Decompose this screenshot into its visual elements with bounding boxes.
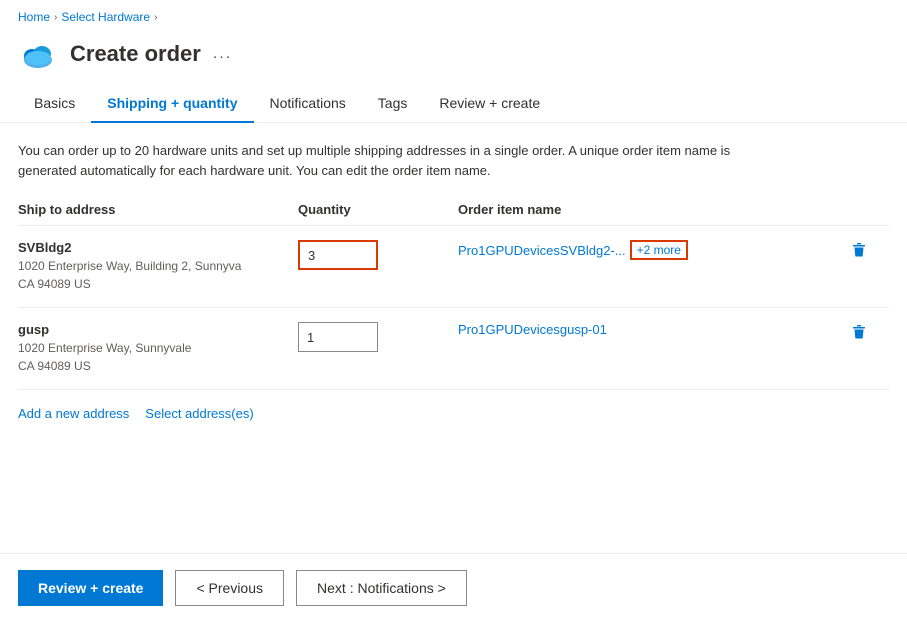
col-quantity: Quantity: [298, 202, 458, 217]
address-line2-1: CA 94089 US: [18, 275, 298, 293]
col-order-item: Order item name: [458, 202, 849, 217]
more-badge-1[interactable]: +2 more: [630, 240, 688, 260]
tab-shipping[interactable]: Shipping + quantity: [91, 85, 253, 123]
tab-review-create[interactable]: Review + create: [423, 85, 556, 123]
address-name-1: SVBldg2: [18, 240, 298, 255]
address-cell-1: SVBldg2 1020 Enterprise Way, Building 2,…: [18, 240, 298, 293]
quantity-cell-2[interactable]: [298, 322, 458, 352]
order-items-cell-2: Pro1GPUDevicesgusp-01: [458, 322, 849, 337]
next-notifications-button[interactable]: Next : Notifications >: [296, 570, 467, 606]
tab-basics[interactable]: Basics: [18, 85, 91, 123]
review-create-button[interactable]: Review + create: [18, 570, 163, 606]
add-new-address-link[interactable]: Add a new address: [18, 406, 129, 421]
quantity-input-2[interactable]: [298, 322, 378, 352]
address-line2-2: CA 94089 US: [18, 357, 298, 375]
order-items-cell-1: Pro1GPUDevicesSVBldg2-... +2 more: [458, 240, 849, 260]
breadcrumb-chevron-1: ›: [54, 12, 57, 23]
page-title: Create order: [70, 41, 201, 67]
table-row: SVBldg2 1020 Enterprise Way, Building 2,…: [18, 226, 889, 308]
delete-button-2[interactable]: [849, 322, 869, 342]
select-addresses-link[interactable]: Select address(es): [145, 406, 253, 421]
breadcrumb-home[interactable]: Home: [18, 10, 50, 24]
quantity-cell-1[interactable]: [298, 240, 458, 270]
delete-icon-2: [851, 324, 867, 340]
tab-notifications[interactable]: Notifications: [254, 85, 362, 123]
main-content: You can order up to 20 hardware units an…: [0, 123, 907, 473]
address-line1-1: 1020 Enterprise Way, Building 2, Sunnyva: [18, 257, 298, 275]
address-cell-2: gusp 1020 Enterprise Way, Sunnyvale CA 9…: [18, 322, 298, 375]
tab-tags[interactable]: Tags: [362, 85, 424, 123]
breadcrumb: Home › Select Hardware ›: [0, 0, 907, 30]
quantity-input-1[interactable]: [298, 240, 378, 270]
address-line1-2: 1020 Enterprise Way, Sunnyvale: [18, 339, 298, 357]
order-item-link-1[interactable]: Pro1GPUDevicesSVBldg2-...: [458, 243, 626, 258]
description-text: You can order up to 20 hardware units an…: [18, 141, 768, 180]
breadcrumb-chevron-2: ›: [154, 12, 157, 23]
address-name-2: gusp: [18, 322, 298, 337]
more-options-button[interactable]: ...: [213, 45, 232, 63]
actions-cell-2: [849, 322, 889, 342]
page-header: Create order ...: [0, 30, 907, 84]
order-item-link-2[interactable]: Pro1GPUDevicesgusp-01: [458, 322, 607, 337]
delete-button-1[interactable]: [849, 240, 869, 260]
cloud-icon: [18, 34, 58, 74]
tabs-container: Basics Shipping + quantity Notifications…: [0, 84, 907, 123]
previous-button[interactable]: < Previous: [175, 570, 284, 606]
table-row: gusp 1020 Enterprise Way, Sunnyvale CA 9…: [18, 308, 889, 390]
actions-cell-1: [849, 240, 889, 260]
add-links-container: Add a new address Select address(es): [18, 406, 889, 461]
table-header: Ship to address Quantity Order item name: [18, 202, 889, 226]
shipping-table: Ship to address Quantity Order item name…: [18, 202, 889, 390]
footer: Review + create < Previous Next : Notifi…: [0, 553, 907, 622]
col-actions: [849, 202, 889, 217]
delete-icon-1: [851, 242, 867, 258]
breadcrumb-select-hardware[interactable]: Select Hardware: [61, 10, 150, 24]
col-ship-to: Ship to address: [18, 202, 298, 217]
